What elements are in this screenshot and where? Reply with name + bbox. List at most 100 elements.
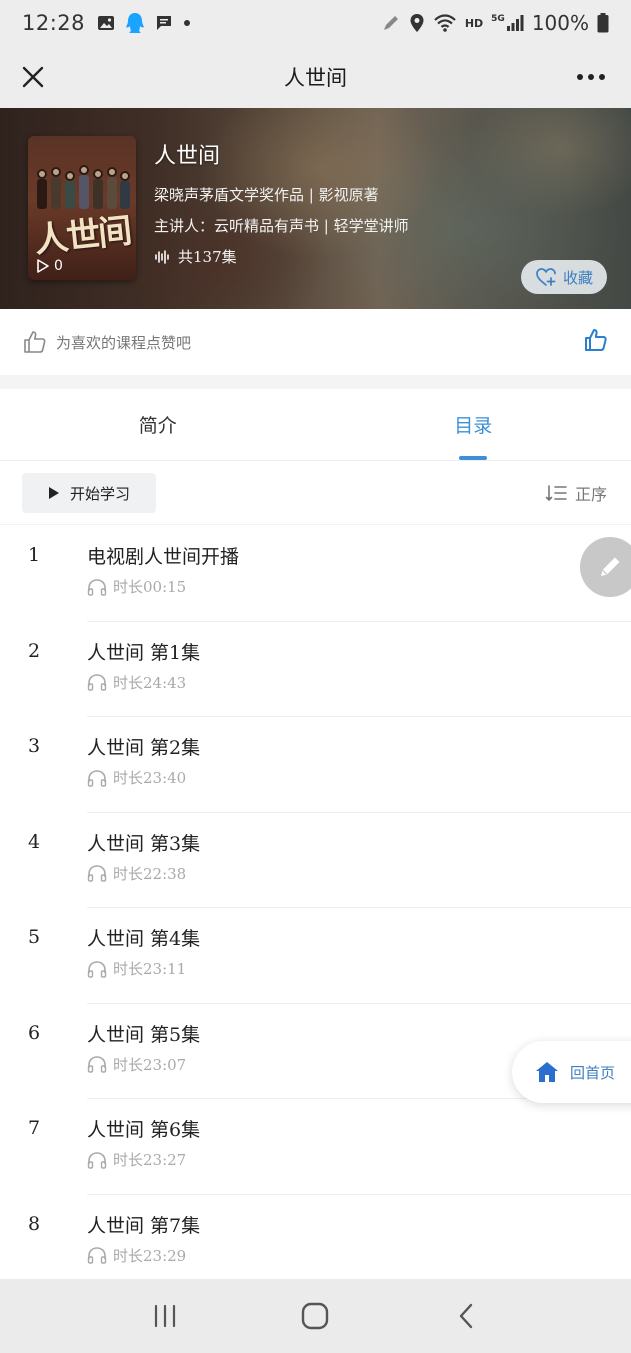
battery-icon [597,13,609,33]
episode-number: 6 [28,1021,41,1044]
episode-title: 人世间 第7集 [87,1214,201,1237]
like-row: 为喜欢的课程点赞吧 [0,309,631,375]
audio-wave-icon [155,249,169,264]
recent-apps-icon [155,1304,176,1328]
episode-duration: 时长23:29 [87,1245,186,1266]
status-bar: 12:28 HD 5G 100% [0,0,631,46]
gallery-icon [98,16,115,30]
headphones-icon [87,769,107,787]
sort-icon [545,485,567,502]
home-button[interactable]: 回首页 [512,1041,631,1103]
home-circle-icon [302,1302,329,1330]
list-item[interactable]: 4 人世间 第3集 时长22:38 [0,813,631,908]
episode-number: 8 [28,1212,41,1235]
system-nav-bar [0,1279,631,1353]
like-button[interactable] [583,327,609,357]
close-button[interactable] [16,60,50,94]
play-count-value: 0 [54,258,63,274]
course-title: 人世间 [154,144,221,169]
cover-title: 人世间 [32,211,133,261]
headphones-icon [87,1151,107,1169]
episode-number: 7 [28,1117,41,1139]
page-title: 人世间 [284,66,347,90]
list-item[interactable]: 7 人世间 第6集 时长23:27 [0,1099,631,1195]
headphones-icon [87,1247,107,1264]
pencil-icon [601,557,620,576]
thumbs-up-icon [585,329,607,351]
back-button[interactable] [436,1286,496,1346]
edit-button[interactable] [580,537,631,597]
play-outline-icon [37,259,49,273]
episode-number: 4 [28,830,41,853]
episode-duration: 时长23:11 [87,958,186,979]
thumbs-up-outline-icon [24,331,46,353]
course-subtitle: 梁晓声茅盾文学奖作品 | 影视原著 [154,186,379,204]
list-item[interactable]: 1 电视剧人世间开播 时长00:15 [0,526,631,622]
headphones-icon [87,578,107,596]
episode-title: 人世间 第4集 [87,928,201,950]
course-info: 人世间 梁晓声茅盾文学奖作品 | 影视原著 主讲人：云听精品有声书 | 轻学堂讲… [154,138,409,267]
signal-indicator: 5G [491,14,524,32]
tab-bar: 简介 目录 [0,389,631,461]
location-icon [410,14,424,32]
message-icon [157,16,172,30]
episode-duration: 时长23:07 [87,1054,186,1075]
status-time: 12:28 [22,11,86,35]
list-item[interactable]: 8 人世间 第7集 时长23:29 [0,1195,631,1291]
back-icon [459,1303,473,1329]
episode-number: 5 [28,926,41,948]
qq-icon [126,13,145,33]
episode-title: 人世间 第5集 [87,1023,201,1046]
course-cover[interactable]: 人世间 0 [28,136,136,280]
headphones-icon [87,1056,107,1073]
hd-indicator: HD [464,16,484,30]
episode-number: 3 [28,735,41,757]
tab-active-indicator [459,456,488,460]
dot-icon [184,20,191,26]
title-bar: 人世间 [0,46,631,108]
pen-status-icon [383,16,398,30]
course-hero: 人世间 0 人世间 梁晓声茅盾文学奖作品 | 影视原著 主讲人：云听精品有声书 … [0,108,631,309]
favorite-button[interactable]: 收藏 [521,260,607,294]
episode-duration: 时长00:15 [87,576,186,597]
headphones-icon [87,674,107,691]
course-lecturer: 主讲人：云听精品有声书 | 轻学堂讲师 [154,217,409,235]
headphones-icon [87,865,107,882]
list-item[interactable]: 5 人世间 第4集 时长23:11 [0,908,631,1004]
play-icon [48,487,59,499]
episode-duration: 时长23:27 [87,1149,186,1170]
tab-catalog[interactable]: 目录 [316,389,631,460]
tab-intro[interactable]: 简介 [0,389,316,460]
episode-title: 人世间 第1集 [87,641,201,664]
episode-title: 人世间 第2集 [87,737,201,759]
list-item[interactable]: 2 人世间 第1集 时长24:43 [0,622,631,717]
home-nav-button[interactable] [285,1286,345,1346]
more-button[interactable] [571,60,611,94]
list-item[interactable]: 3 人世间 第2集 时长23:40 [0,717,631,813]
play-count: 0 [36,258,63,274]
wifi-icon [434,14,456,32]
episode-title: 电视剧人世间开播 [87,546,240,568]
recent-apps-button[interactable] [135,1286,195,1346]
episode-duration: 时长22:38 [87,863,186,884]
signal-icon [506,15,524,31]
episode-list: 1 电视剧人世间开播 时长00:15 2 人世间 第1集 时长24:43 3 人… [0,526,631,1290]
more-icon [577,74,605,80]
headphones-icon [87,960,107,978]
heart-plus-icon [536,268,556,286]
favorite-label: 收藏 [562,268,593,287]
start-learning-button[interactable]: 开始学习 [22,473,156,513]
episode-number: 2 [28,639,41,662]
episode-count: 共137集 [154,246,409,267]
episode-number: 1 [28,544,41,566]
sort-order-button[interactable]: 正序 [545,481,607,505]
episode-title: 人世间 第6集 [87,1119,201,1141]
battery-percent: 100% [531,11,589,35]
close-icon [22,66,44,88]
catalog-toolbar: 开始学习 正序 [0,462,631,525]
episode-duration: 时长23:40 [87,767,186,788]
home-label: 回首页 [570,1063,616,1082]
episode-title: 人世间 第3集 [87,832,201,855]
like-prompt: 为喜欢的课程点赞吧 [56,333,192,352]
home-icon [536,1062,558,1082]
